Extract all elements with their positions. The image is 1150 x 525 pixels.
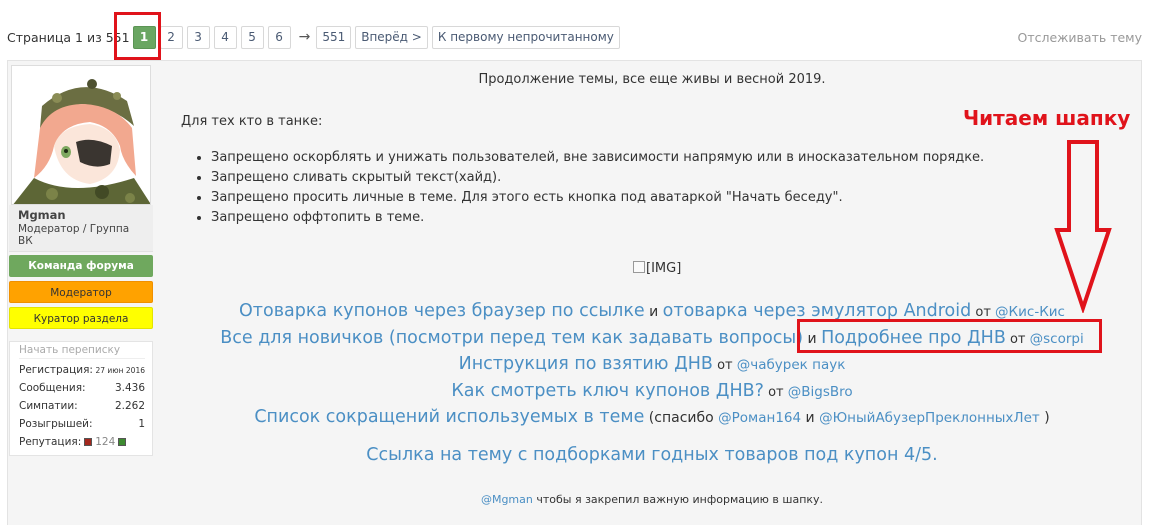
broken-image-icon (633, 261, 645, 273)
stat-label: Сообщения: (19, 382, 86, 394)
first-unread-button[interactable]: К первому непрочитанному (431, 25, 620, 49)
user-mention[interactable]: @чабурек паук (737, 357, 846, 373)
stat-row: Розыгрышей: 1 (19, 415, 145, 433)
stat-row: Симпатии: 2.262 (19, 397, 145, 415)
deals-thread-link[interactable]: Ссылка на тему с подборками годных товар… (163, 445, 1141, 465)
coupon-key-link[interactable]: Как смотреть ключ купонов ДНВ? (451, 381, 764, 401)
abbreviations-link[interactable]: Список сокращений используемых в теме (254, 407, 644, 427)
android-emulator-link[interactable]: отоварка через эмулятор Android (663, 301, 972, 321)
rule-item: Запрещено оскорблять и унижать пользоват… (211, 148, 984, 168)
annotation-highlight-page (114, 12, 161, 60)
reputation: Репутация: 124 (19, 436, 127, 448)
stat-row: Репутация: 124 (19, 433, 145, 451)
next-page-button[interactable]: Вперёд > (355, 25, 428, 49)
rep-value: 124 (95, 436, 116, 448)
footer-text: чтобы я закрепил важную информацию в шап… (532, 493, 824, 506)
stat-value: 1 (138, 418, 145, 430)
username[interactable]: Mgman (18, 208, 144, 222)
annotation-label: Читаем шапку (963, 106, 1131, 130)
start-conversation-link[interactable]: Начать переписку (19, 344, 145, 359)
user-stats: Начать переписку Регистрация: 27 июн 2016… (9, 341, 153, 456)
newbie-guide-link[interactable]: Все для новичков (посмотри перед тем как… (220, 328, 803, 348)
annotation-highlight-link (797, 319, 1102, 353)
page-5-button[interactable]: 5 (240, 25, 264, 49)
footer-note: @Mgman чтобы я закрепил важную информаци… (163, 493, 1141, 506)
user-sidebar: Mgman Модератор / Группа ВК Команда фору… (9, 65, 153, 456)
avatar-pointer (152, 70, 158, 82)
post-body: Продолжение темы, все еще живы и весной … (163, 61, 1141, 525)
page-2-button[interactable]: 2 (159, 25, 183, 49)
avatar[interactable] (11, 65, 151, 205)
moderator-banner: Модератор (9, 281, 153, 303)
skip-arrow-icon: → (298, 29, 311, 45)
rule-item: Запрещено сливать скрытый текст(хайд). (211, 168, 984, 188)
user-mention[interactable]: @ЮныйАбузерПреклонныхЛет (819, 410, 1040, 426)
rules-heading: Для тех кто в танке: (181, 114, 323, 129)
curator-banner: Куратор раздела (9, 307, 153, 329)
stat-row: Сообщения: 3.436 (19, 379, 145, 397)
thanks-text: (спасибо (644, 410, 719, 426)
link-line-5: Список сокращений используемых в теме (с… (163, 405, 1141, 432)
rule-item: Запрещено оффтопить в теме. (211, 208, 984, 228)
by-text: от (712, 358, 737, 373)
stat-row: Регистрация: 27 июн 2016 (19, 361, 145, 379)
browser-coupon-link[interactable]: Отоварка купонов через браузер по ссылке (239, 301, 645, 321)
and-text: и (644, 304, 663, 320)
rule-item: Запрещено просить личные в теме. Для это… (211, 188, 984, 208)
rules-list: Запрещено оскорблять и унижать пользоват… (211, 148, 984, 228)
stat-value: 27 июн 2016 (95, 366, 146, 375)
stat-value: 2.262 (114, 400, 145, 412)
page-4-button[interactable]: 4 (213, 25, 237, 49)
page-last-button[interactable]: 551 (316, 25, 352, 49)
and-text: и (801, 410, 820, 426)
page-3-button[interactable]: 3 (186, 25, 210, 49)
user-mention[interactable]: @BigsBro (788, 384, 853, 400)
post-intro: Продолжение темы, все еще живы и весной … (478, 72, 826, 87)
stat-label: Репутация: (19, 436, 82, 448)
link-line-3: Инструкция по взятию ДНВ от @чабурек пау… (163, 352, 1141, 379)
stat-label: Регистрация: (19, 364, 93, 376)
user-mention[interactable]: @Mgman (481, 493, 533, 506)
stat-value: 3.436 (114, 382, 145, 394)
user-title: Модератор / Группа ВК (18, 223, 130, 247)
by-text: от (763, 384, 788, 400)
watch-thread-link[interactable]: Отслеживать тему (1017, 30, 1142, 45)
stat-label: Розыгрышей: (19, 418, 93, 430)
image-alt-text: [IMG] (646, 261, 682, 276)
broken-image: [IMG] (633, 261, 681, 276)
close-paren-text: ) (1039, 410, 1050, 426)
user-mention[interactable]: @Роман164 (718, 410, 801, 426)
annotation-arrow-icon (1054, 140, 1112, 313)
rep-minus-icon[interactable] (84, 438, 93, 446)
stat-label: Симпатии: (19, 400, 78, 412)
rep-plus-icon[interactable] (118, 438, 127, 446)
by-text: от (971, 305, 996, 320)
team-banner: Команда форума (9, 255, 153, 277)
dnv-instruction-link[interactable]: Инструкция по взятию ДНВ (459, 354, 713, 374)
page-count-label: Страница 1 из 551 (7, 29, 130, 45)
page-6-button[interactable]: 6 (267, 25, 291, 49)
user-info: Mgman Модератор / Группа ВК (9, 205, 153, 252)
page-nav: Страница 1 из 551 1 2 3 4 5 6 → 551 Впер… (7, 24, 624, 50)
link-line-4: Как смотреть ключ купонов ДНВ? от @BigsB… (163, 379, 1141, 406)
